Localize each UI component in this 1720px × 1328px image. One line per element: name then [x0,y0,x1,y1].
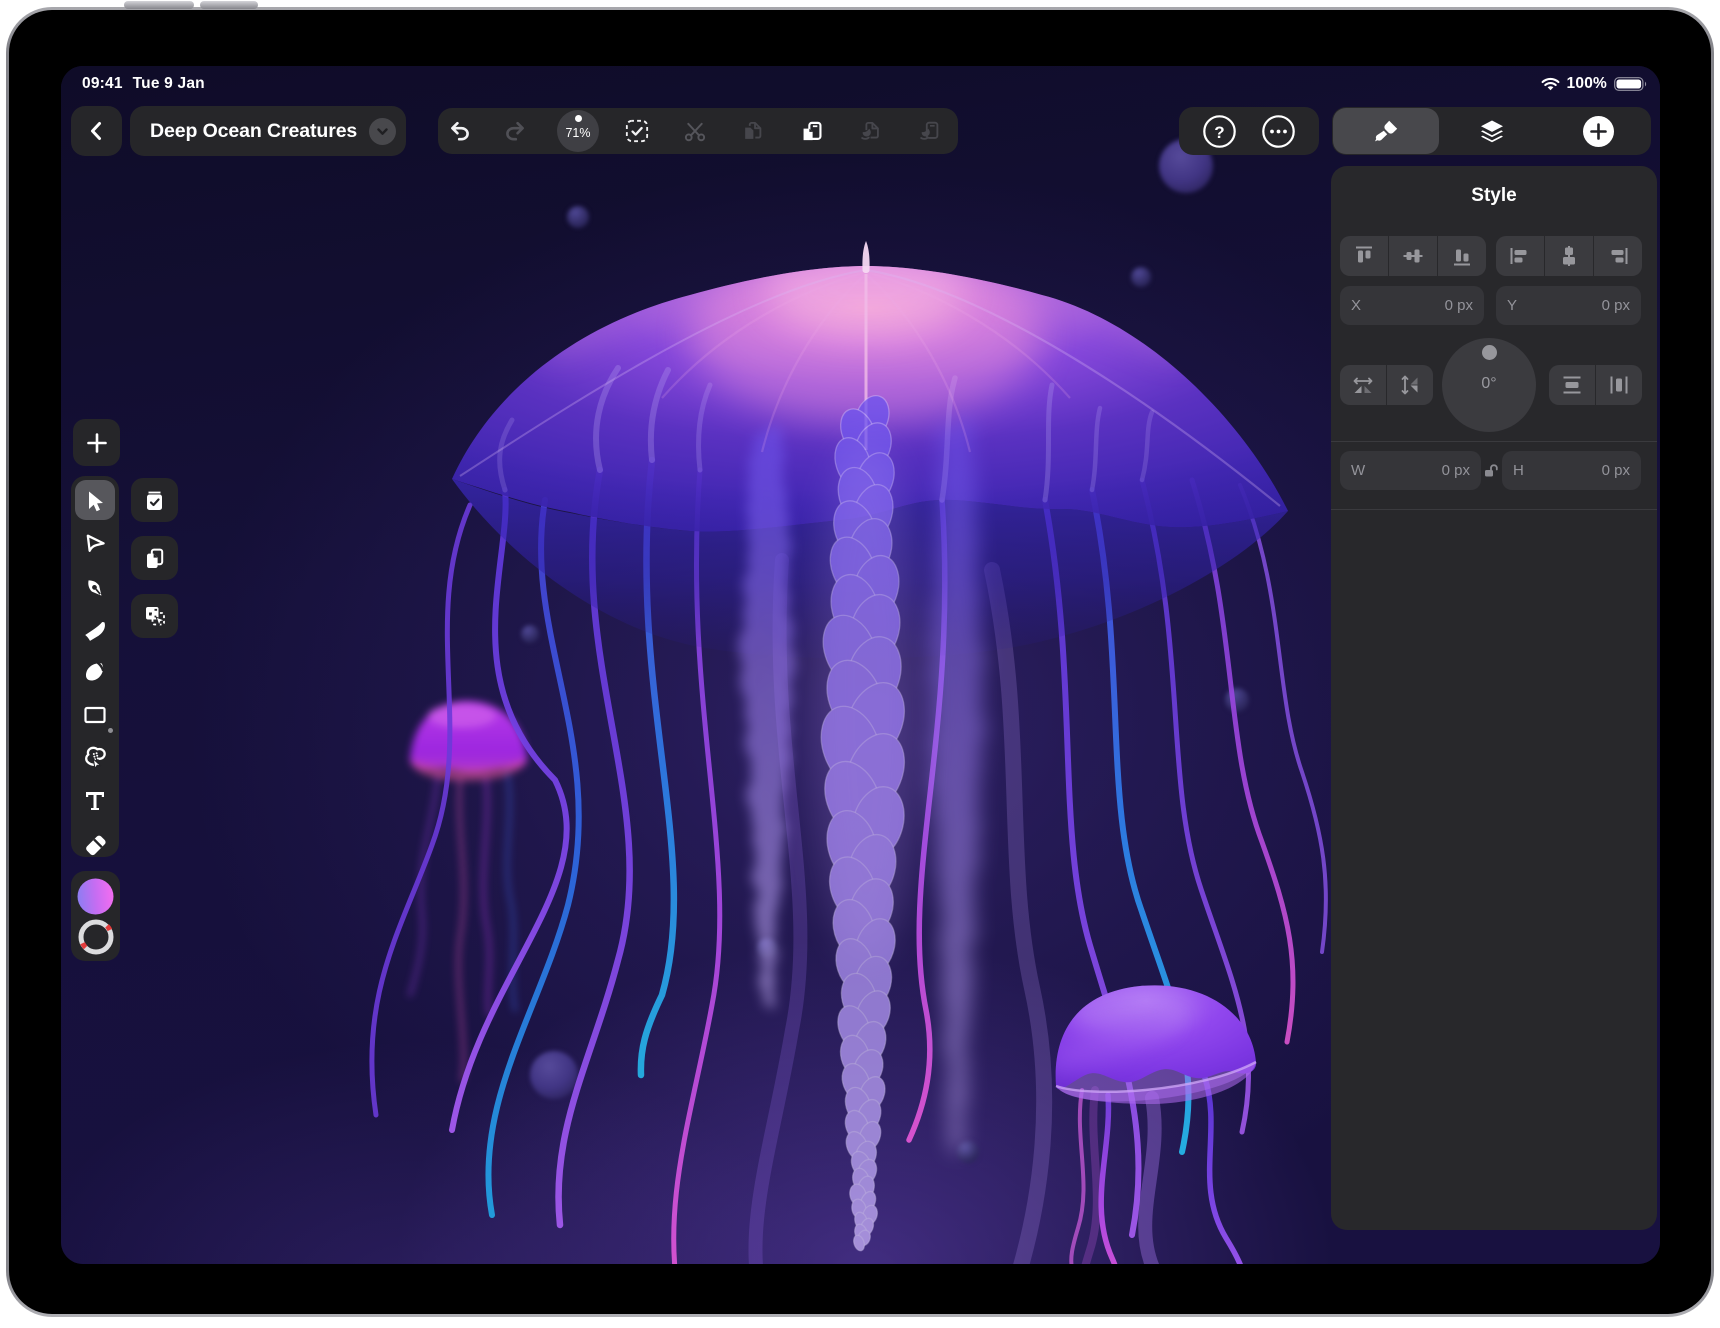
svg-text:?: ? [1215,123,1225,142]
